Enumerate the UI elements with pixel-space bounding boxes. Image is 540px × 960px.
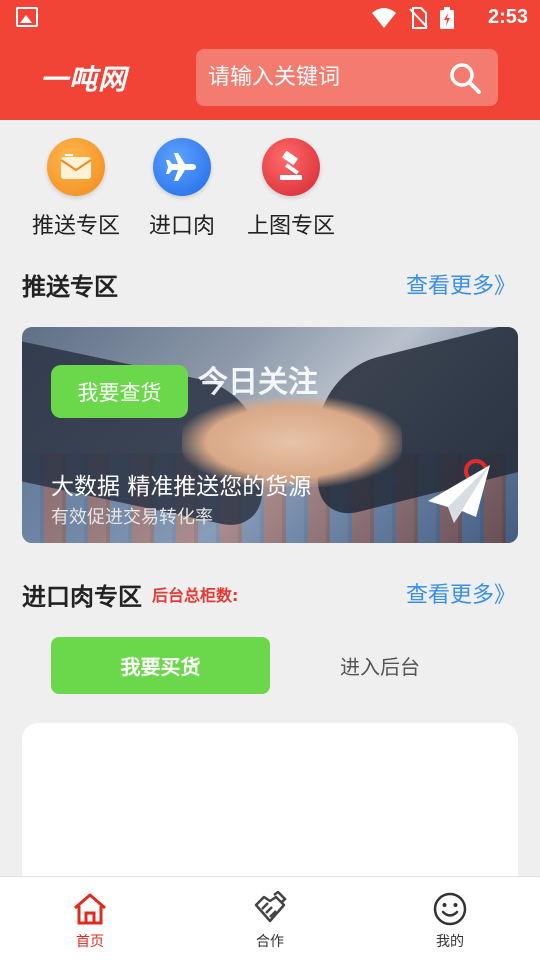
- search-icon[interactable]: [448, 61, 482, 95]
- quick-link-auction[interactable]: 上图专区: [236, 136, 346, 240]
- search-bar[interactable]: [196, 49, 498, 106]
- import-view-more-link[interactable]: 查看更多》: [406, 577, 516, 609]
- bottom-nav: 首页 合作 我的: [0, 876, 540, 960]
- push-banner[interactable]: 今日关注 我要查货 大数据 精准推送您的货源 有效促进交易转化率: [22, 327, 518, 543]
- enter-backend-tab[interactable]: 进入后台: [290, 637, 470, 694]
- home-icon: [74, 893, 106, 925]
- gavel-icon: [280, 151, 302, 180]
- nav-mine[interactable]: 我的: [400, 891, 500, 951]
- quick-link-auction-circle[interactable]: [262, 138, 320, 196]
- smiley-icon: [433, 892, 467, 926]
- nav-cooperation-label: 合作: [256, 934, 284, 950]
- quick-link-import-meat[interactable]: 进口肉: [127, 136, 237, 240]
- banner-subtitle: 有效促进交易转化率: [51, 507, 213, 528]
- banner-title: 大数据 精准推送您的货源: [51, 474, 312, 500]
- buy-goods-tab[interactable]: 我要买货: [51, 637, 270, 694]
- airplane-icon: [166, 153, 196, 181]
- nav-home-label: 首页: [76, 934, 104, 950]
- quick-links: 推送专区 进口肉 上图专区: [0, 136, 540, 246]
- import-section-title: 进口肉专区: [22, 583, 142, 611]
- status-icons: [372, 7, 454, 29]
- envelope-icon: [60, 154, 92, 179]
- handshake-icon: [254, 891, 287, 923]
- nav-mine-label: 我的: [436, 934, 464, 950]
- banner-overlay-text: 今日关注: [198, 365, 318, 400]
- backend-container-count-label: 后台总柜数:: [152, 586, 239, 605]
- quick-link-push-circle[interactable]: [47, 138, 105, 196]
- quick-link-label: 上图专区: [246, 214, 335, 239]
- status-time: 2:53: [487, 6, 528, 28]
- quick-link-push[interactable]: 推送专区: [21, 136, 131, 240]
- paper-plane-icon: [428, 459, 490, 523]
- quick-link-label: 推送专区: [31, 214, 120, 239]
- nav-cooperation[interactable]: 合作: [220, 891, 320, 951]
- status-bar: 2:53: [0, 0, 540, 36]
- quick-link-import-circle[interactable]: [153, 138, 211, 196]
- image-notification-icon: [16, 7, 38, 27]
- wifi-icon: [372, 8, 396, 28]
- push-section-title: 推送专区: [22, 273, 118, 301]
- app-header: 2:53 一吨网: [0, 0, 540, 120]
- check-goods-button[interactable]: 我要查货: [51, 365, 188, 418]
- content-card: [22, 723, 518, 883]
- push-view-more-link[interactable]: 查看更多》: [406, 268, 516, 300]
- battery-charging-icon: [440, 7, 454, 29]
- app-logo[interactable]: 一吨网: [40, 58, 127, 98]
- search-input[interactable]: [208, 49, 438, 106]
- nav-home[interactable]: 首页: [40, 891, 140, 951]
- no-sim-icon: [409, 7, 428, 29]
- quick-link-label: 进口肉: [148, 214, 215, 239]
